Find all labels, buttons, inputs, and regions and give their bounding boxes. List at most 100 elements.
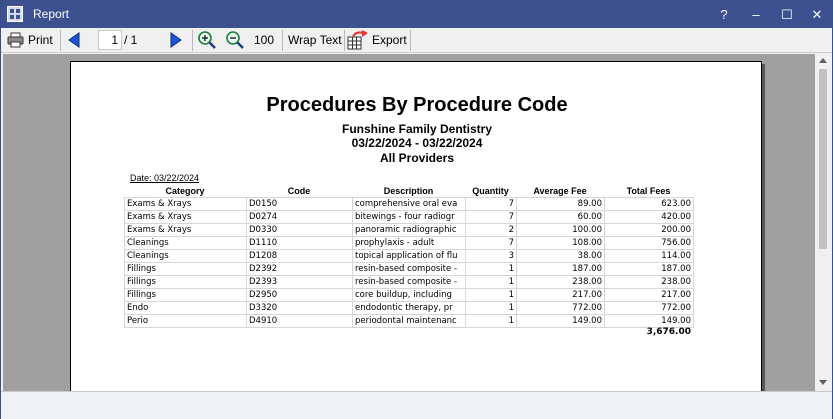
cell-quantity: 7 — [465, 210, 517, 224]
scrollbar-thumb[interactable] — [819, 69, 827, 249]
table-row: Exams & Xrays D0274 bitewings - four radio… — [124, 210, 694, 224]
cell-category: Cleanings — [124, 249, 247, 263]
cell-description: topical application of flu — [352, 249, 466, 263]
cell-code: D2393 — [246, 275, 353, 289]
grand-total: 3,676.00 — [646, 327, 691, 337]
cell-description: periodontal maintenanc — [352, 314, 466, 328]
cell-total-fees: 217.00 — [604, 288, 694, 302]
zoom-in-icon — [198, 31, 216, 49]
toolbar-divider — [192, 30, 193, 51]
column-header-total-fees: Total Fees — [626, 186, 671, 196]
cell-category: Cleanings — [124, 236, 247, 250]
page-number-input[interactable]: 1 — [98, 30, 122, 50]
procedures-table: Exams & Xrays D0150 comprehensive oral eva… — [124, 197, 694, 328]
cell-average-fee: 89.00 — [516, 197, 605, 211]
cell-description: bitewings - four radiogr — [352, 210, 466, 224]
cell-category: Exams & Xrays — [124, 197, 247, 211]
cell-quantity: 1 — [465, 288, 517, 302]
cell-total-fees: 623.00 — [604, 197, 694, 211]
maximize-button[interactable]: ☐ — [772, 1, 802, 28]
cell-quantity: 3 — [465, 249, 517, 263]
cell-total-fees: 420.00 — [604, 210, 694, 224]
zoom-in-button[interactable] — [197, 29, 219, 51]
table-row: Fillings D2392 resin-based composite -1 187… — [124, 262, 694, 276]
cell-code: D0150 — [246, 197, 353, 211]
report-date: Date: 03/22/2024 — [130, 173, 200, 183]
scroll-down-arrow[interactable] — [819, 380, 827, 385]
print-button[interactable]: Print — [7, 29, 57, 51]
cell-description: core buildup, including — [352, 288, 466, 302]
cell-category: Endo — [124, 301, 247, 315]
cell-total-fees: 756.00 — [604, 236, 694, 250]
cell-quantity: 1 — [465, 301, 517, 315]
cell-average-fee: 238.00 — [516, 275, 605, 289]
app-icon — [7, 6, 23, 22]
table-row: Cleanings D1208 topical application of flu… — [124, 249, 694, 263]
next-page-button[interactable] — [167, 29, 187, 51]
previous-page-button[interactable] — [67, 29, 87, 51]
cell-total-fees: 238.00 — [604, 275, 694, 289]
cell-total-fees: 149.00 — [604, 314, 694, 328]
cell-average-fee: 100.00 — [516, 223, 605, 237]
providers-label: All Providers — [379, 151, 455, 165]
cell-quantity: 7 — [465, 236, 517, 250]
cell-code: D1208 — [246, 249, 353, 263]
cell-code: D3320 — [246, 301, 353, 315]
cell-category: Exams & Xrays — [124, 210, 247, 224]
cell-total-fees: 187.00 — [604, 262, 694, 276]
cell-total-fees: 200.00 — [604, 223, 694, 237]
toolbar-divider — [410, 30, 411, 51]
cell-average-fee: 108.00 — [516, 236, 605, 250]
table-row: Endo D3320 endodontic therapy, pr 1 772.00 77… — [124, 301, 694, 315]
column-header-quantity: Quantity — [472, 186, 509, 196]
table-row: Fillings D2950 core buildup, including 1 217… — [124, 288, 694, 302]
report-window: Report ? – ☐ ✕ Print 1 / 1 100 Wrap Text… — [0, 0, 833, 419]
zoom-level-button[interactable]: 100 — [254, 29, 278, 51]
minimize-button[interactable]: – — [741, 1, 771, 28]
report-page: Procedures By Procedure Code Funshine Fa… — [70, 61, 762, 391]
scroll-up-arrow[interactable] — [819, 58, 827, 63]
cell-description: resin-based composite - — [352, 262, 466, 276]
cell-total-fees: 114.00 — [604, 249, 694, 263]
cell-quantity: 1 — [465, 314, 517, 328]
cell-code: D0330 — [246, 223, 353, 237]
column-header-description: Description — [383, 186, 434, 196]
cell-quantity: 7 — [465, 197, 517, 211]
cell-code: D0274 — [246, 210, 353, 224]
window-title: Report — [33, 7, 70, 21]
toolbar: Print 1 / 1 100 Wrap Text Export — [1, 28, 832, 53]
status-strip — [1, 391, 832, 419]
cell-quantity: 1 — [465, 262, 517, 276]
wrap-text-button[interactable]: Wrap Text — [288, 29, 343, 51]
cell-category: Exams & Xrays — [124, 223, 247, 237]
report-preview-area[interactable]: Procedures By Procedure Code Funshine Fa… — [3, 54, 815, 391]
cell-quantity: 1 — [465, 275, 517, 289]
cell-average-fee: 187.00 — [516, 262, 605, 276]
cell-code: D1110 — [246, 236, 353, 250]
cell-description: resin-based composite - — [352, 275, 466, 289]
cell-average-fee: 38.00 — [516, 249, 605, 263]
help-button[interactable]: ? — [709, 1, 739, 28]
export-label: Export — [372, 33, 407, 47]
cell-description: comprehensive oral eva — [352, 197, 466, 211]
close-button[interactable]: ✕ — [802, 1, 832, 28]
column-header-average-fee: Average Fee — [533, 186, 587, 196]
cell-category: Fillings — [124, 262, 247, 276]
cell-category: Fillings — [124, 288, 247, 302]
page-total: / 1 — [124, 33, 138, 47]
vertical-scrollbar[interactable] — [815, 54, 832, 391]
cell-description: prophylaxis - adult — [352, 236, 466, 250]
report-title: Procedures By Procedure Code — [266, 94, 568, 116]
table-row: Exams & Xrays D0150 comprehensive oral eva… — [124, 197, 694, 211]
table-row: Exams & Xrays D0330 panoramic radiographic… — [124, 223, 694, 237]
cell-description: panoramic radiographic — [352, 223, 466, 237]
zoom-out-button[interactable] — [225, 29, 247, 51]
zoom-out-icon — [226, 31, 244, 49]
cell-average-fee: 60.00 — [516, 210, 605, 224]
cell-description: endodontic therapy, pr — [352, 301, 466, 315]
date-range: 03/22/2024 - 03/22/2024 — [351, 136, 483, 150]
cell-code: D2392 — [246, 262, 353, 276]
zoom-level: 100 — [254, 33, 275, 47]
export-button[interactable]: Export — [347, 29, 409, 51]
practice-name: Funshine Family Dentistry — [341, 122, 493, 136]
